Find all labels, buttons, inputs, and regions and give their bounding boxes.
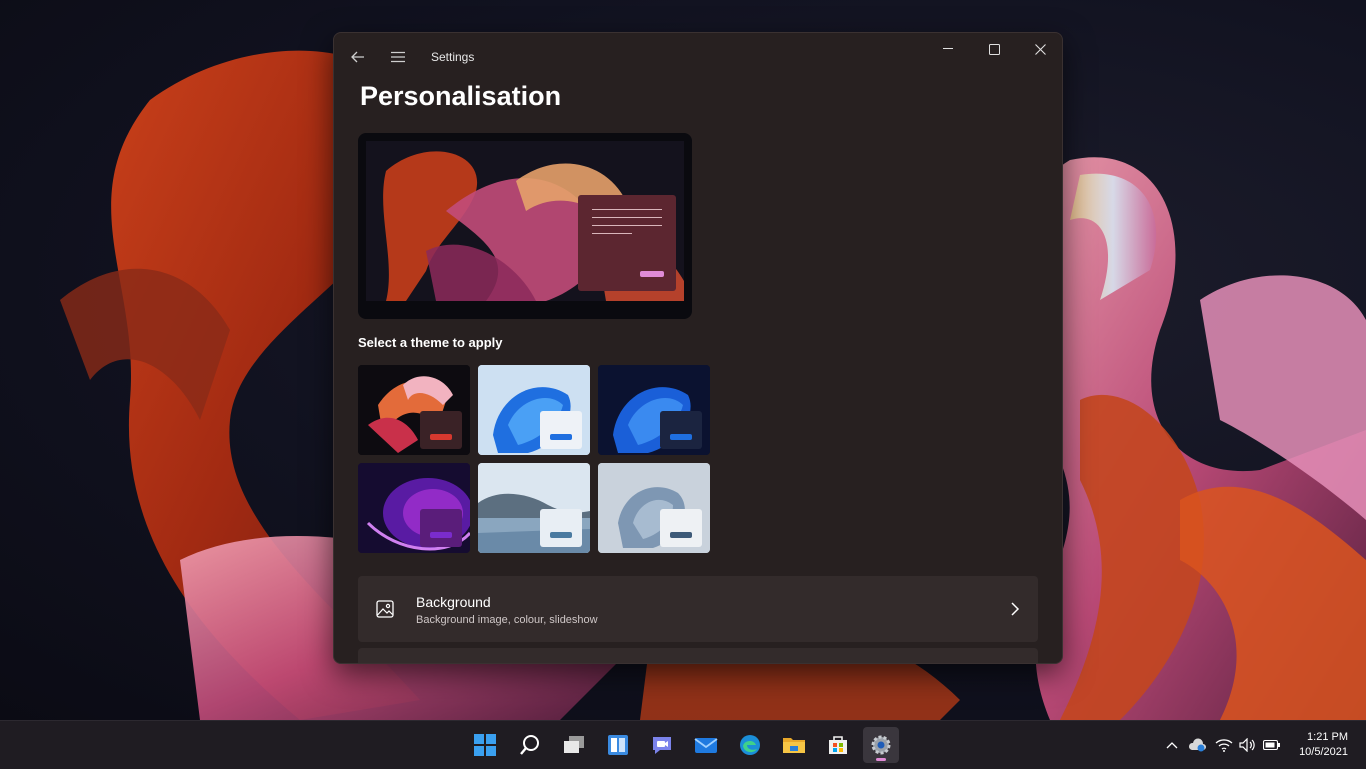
- maximize-button[interactable]: [971, 33, 1017, 65]
- volume-button[interactable]: [1238, 721, 1258, 769]
- theme-accent-bar: [550, 532, 572, 538]
- network-button[interactable]: [1214, 721, 1234, 769]
- next-setting-card[interactable]: [358, 648, 1038, 663]
- settings-window: Settings Personalisation Select a theme …: [333, 32, 1063, 664]
- battery-button[interactable]: [1262, 721, 1282, 769]
- app-title: Settings: [431, 50, 475, 64]
- page-title: Personalisation: [360, 81, 562, 111]
- preview-wallpaper: [366, 141, 684, 301]
- clock-time: 1:21 PM: [1307, 731, 1348, 743]
- theme-mini-window: [540, 411, 582, 449]
- theme-preview: [358, 133, 692, 319]
- taskbar: 1:21 PM 10/5/2021: [0, 720, 1366, 769]
- theme-accent-bar: [430, 434, 452, 440]
- mail-icon: [694, 738, 718, 753]
- cloud-icon: [1188, 738, 1206, 752]
- minimize-button[interactable]: [925, 33, 971, 65]
- image-icon: [376, 600, 394, 618]
- store-icon: [829, 736, 847, 754]
- widgets-button[interactable]: [600, 727, 636, 763]
- clock[interactable]: 1:21 PM 10/5/2021: [1299, 730, 1348, 760]
- theme-flow[interactable]: [598, 463, 710, 553]
- theme-section-label: Select a theme to apply: [358, 335, 503, 350]
- background-setting-card[interactable]: Background Background image, colour, sli…: [358, 576, 1038, 642]
- theme-mini-window: [420, 411, 462, 449]
- theme-mini-window: [660, 509, 702, 547]
- theme-captured-motion[interactable]: [358, 463, 470, 553]
- battery-icon: [1263, 739, 1280, 751]
- chat-icon: [653, 737, 671, 754]
- theme-mini-window: [420, 509, 462, 547]
- chat-button[interactable]: [644, 727, 680, 763]
- theme-bloom-light[interactable]: [478, 365, 590, 455]
- search-icon: [520, 735, 539, 755]
- minimize-icon: [943, 48, 953, 49]
- close-icon: [1034, 43, 1046, 55]
- title-bar: Settings: [334, 33, 1062, 81]
- theme-accent-bar: [670, 434, 692, 440]
- settings-icon: [871, 735, 891, 755]
- file-explorer-icon: [783, 738, 805, 753]
- theme-mini-window: [540, 509, 582, 547]
- back-arrow-icon: [351, 51, 364, 63]
- theme-sunrise[interactable]: [478, 463, 590, 553]
- speaker-icon: [1239, 738, 1255, 752]
- theme-bloom-dark[interactable]: [598, 365, 710, 455]
- background-subtitle: Background image, colour, slideshow: [416, 614, 598, 626]
- start-icon: [474, 734, 496, 756]
- preview-line: [592, 217, 662, 218]
- store-button[interactable]: [820, 727, 856, 763]
- back-button[interactable]: [344, 43, 372, 71]
- show-hidden-icons-button[interactable]: [1162, 721, 1182, 769]
- search-button[interactable]: [512, 727, 548, 763]
- chevron-up-icon: [1166, 742, 1178, 749]
- chevron-right-icon: [1011, 602, 1020, 616]
- edge-button[interactable]: [732, 727, 768, 763]
- edge-icon: [740, 735, 760, 755]
- onedrive-tray-button[interactable]: [1186, 721, 1208, 769]
- preview-line: [592, 233, 632, 234]
- widgets-icon: [608, 735, 628, 755]
- mail-button[interactable]: [688, 727, 724, 763]
- preview-window-mock: [578, 195, 676, 291]
- preview-line: [592, 209, 662, 210]
- background-title: Background: [416, 594, 491, 610]
- start-button[interactable]: [467, 727, 503, 763]
- theme-glow[interactable]: [358, 365, 470, 455]
- theme-accent-bar: [550, 434, 572, 440]
- close-button[interactable]: [1017, 33, 1062, 65]
- clock-date: 10/5/2021: [1299, 746, 1348, 758]
- preview-accent-button: [640, 271, 664, 277]
- active-app-indicator: [876, 758, 886, 761]
- task-view-icon: [564, 736, 584, 753]
- task-view-button[interactable]: [556, 727, 592, 763]
- maximize-icon: [988, 43, 1000, 55]
- menu-button[interactable]: [384, 43, 412, 71]
- wifi-icon: [1215, 739, 1233, 752]
- preview-line: [592, 225, 662, 226]
- theme-mini-window: [660, 411, 702, 449]
- theme-accent-bar: [670, 532, 692, 538]
- theme-accent-bar: [430, 532, 452, 538]
- hamburger-icon: [391, 51, 405, 63]
- settings-button[interactable]: [863, 727, 899, 763]
- file-explorer-button[interactable]: [776, 727, 812, 763]
